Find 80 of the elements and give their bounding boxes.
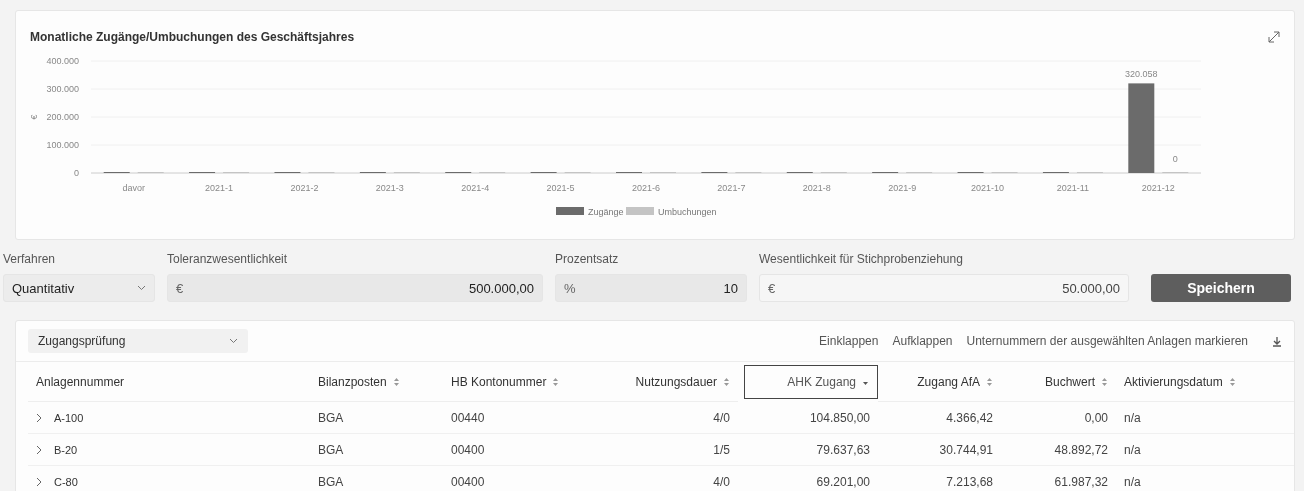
- table-cell: 30.744,91: [878, 434, 1001, 466]
- table-cell: BGA: [310, 466, 443, 491]
- table-cell: BGA: [310, 402, 443, 434]
- download-icon[interactable]: [1272, 335, 1282, 347]
- amount-field[interactable]: € 50.000,00: [759, 274, 1129, 302]
- y-tick-label: 400.000: [46, 56, 79, 66]
- y-tick-label: 200.000: [46, 112, 79, 122]
- table-cell: 00400: [443, 466, 583, 491]
- toolbar-link[interactable]: Einklappen: [819, 334, 879, 348]
- chart-title: Monatliche Zugänge/Umbuchungen des Geschäftsjahres: [30, 30, 355, 44]
- value-label: 320.058: [1125, 69, 1158, 80]
- field-label: Toleranzwesentlichkeit: [167, 252, 289, 266]
- sort-icon[interactable]: [986, 376, 993, 387]
- table-cell: 00440: [443, 402, 583, 434]
- asset-number: B-20: [54, 443, 78, 456]
- view-select[interactable]: Zugangsprüfung: [28, 329, 248, 353]
- x-tick-label: 2021-6: [632, 183, 660, 193]
- table-cell: BGA: [310, 434, 443, 466]
- column-header[interactable]: Buchwert: [1001, 362, 1116, 402]
- x-tick-label: 2021-10: [971, 183, 1005, 193]
- x-tick-label: 2021-1: [205, 183, 234, 193]
- column-header[interactable]: HB Kontonummer: [443, 362, 583, 402]
- table-cell: 69.201,00: [738, 466, 878, 491]
- toolbar-link[interactable]: Aufklappen: [892, 334, 953, 348]
- expand-icon[interactable]: [1268, 31, 1280, 43]
- table-cell: 1/5: [583, 434, 738, 466]
- y-tick-label: 0: [74, 168, 79, 178]
- save-button[interactable]: Speichern: [1151, 274, 1291, 302]
- x-tick-label: 2021-4: [461, 183, 490, 193]
- field-label: Wesentlichkeit für Stichprobenziehung: [759, 252, 964, 266]
- table-cell: 48.892,72: [1001, 434, 1116, 466]
- chevron-right-icon[interactable]: [36, 444, 42, 455]
- chevron-right-icon[interactable]: [36, 412, 42, 423]
- column-header[interactable]: AHK Zugang: [744, 365, 878, 399]
- table-cell: 79.637,63: [738, 434, 878, 466]
- x-tick-label: 2021-9: [888, 183, 917, 193]
- procedure-select[interactable]: Quantitativ: [3, 274, 155, 302]
- table-cell: 00400: [443, 434, 583, 466]
- sort-icon[interactable]: [552, 376, 560, 387]
- x-tick-label: davor: [122, 183, 145, 193]
- chevron-down-icon: [137, 285, 146, 291]
- table-cell: n/a: [1116, 466, 1294, 491]
- value-label: 0: [1172, 154, 1178, 164]
- sort-icon[interactable]: [1101, 376, 1108, 387]
- x-tick-label: 2021-2: [290, 183, 319, 193]
- x-tick-label: 2021-3: [375, 183, 404, 193]
- legend-label[interactable]: Zugänge: [588, 207, 624, 217]
- table-cell: 4/0: [583, 466, 738, 491]
- table-cell: n/a: [1116, 434, 1294, 466]
- asset-number: A-100: [54, 411, 84, 424]
- column-header[interactable]: Nutzungsdauer: [583, 362, 738, 402]
- sort-icon[interactable]: [1228, 376, 1236, 387]
- asset-number: C-80: [54, 475, 78, 488]
- chevron-right-icon[interactable]: [36, 476, 42, 487]
- y-tick-label: 100.000: [46, 140, 79, 150]
- column-header[interactable]: Aktivierungsdatum: [1116, 362, 1294, 402]
- column-header[interactable]: Zugang AfA: [878, 362, 1001, 402]
- table-cell: 7.213,68: [878, 466, 1001, 491]
- field-label: Verfahren: [3, 252, 57, 266]
- x-tick-label: 2021-7: [717, 183, 746, 193]
- table-cell: 4/0: [583, 402, 738, 434]
- x-tick-label: 2021-5: [546, 183, 575, 193]
- toolbar-link[interactable]: Unternummern der ausgewählten Anlagen markieren: [966, 334, 1248, 348]
- chevron-down-icon: [229, 338, 238, 344]
- column-header[interactable]: Anlagennummer: [28, 362, 310, 402]
- y-axis-label: €: [29, 114, 39, 120]
- table-cell: n/a: [1116, 402, 1294, 434]
- sort-icon[interactable]: [392, 376, 400, 387]
- x-tick-label: 2021-12: [1141, 183, 1175, 193]
- table-cell: 61.987,32: [1001, 466, 1116, 491]
- field-label: Prozentsatz: [555, 252, 620, 266]
- table-cell: 4.366,42: [878, 402, 1001, 434]
- table-cell: 104.850,00: [738, 402, 878, 434]
- legend-label[interactable]: Umbuchungen: [658, 207, 717, 217]
- x-tick-label: 2021-11: [1056, 183, 1090, 193]
- column-header[interactable]: Bilanzposten: [310, 362, 443, 402]
- sort-icon[interactable]: [723, 376, 730, 387]
- table-cell: 0,00: [1001, 402, 1116, 434]
- y-tick-label: 300.000: [46, 84, 79, 94]
- x-tick-label: 2021-8: [802, 183, 831, 193]
